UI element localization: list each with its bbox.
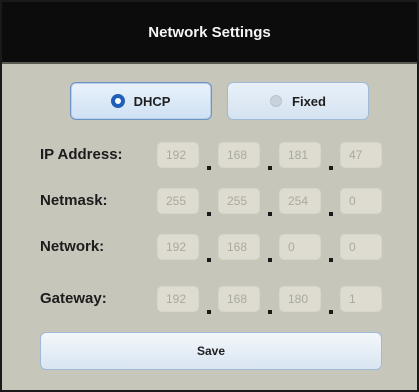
- dhcp-option-label: DHCP: [133, 93, 171, 109]
- netmask-octet-1[interactable]: [157, 188, 199, 214]
- save-button[interactable]: Save: [40, 332, 382, 370]
- octet-separator: [268, 166, 272, 170]
- octet-separator: [268, 310, 272, 314]
- octet-separator: [207, 212, 211, 216]
- octet-separator: [329, 258, 333, 262]
- network-octet-4[interactable]: [340, 234, 382, 260]
- ip-address-octet-2[interactable]: [218, 142, 260, 168]
- netmask-octet-4[interactable]: [340, 188, 382, 214]
- netmask-row: Netmask:: [2, 188, 417, 216]
- dhcp-option-button[interactable]: DHCP: [70, 82, 212, 120]
- ip-address-octet-4[interactable]: [340, 142, 382, 168]
- fixed-option-label: Fixed: [292, 93, 326, 109]
- octet-separator: [268, 258, 272, 262]
- radio-selected-icon: [111, 95, 124, 107]
- network-label: Network:: [40, 238, 105, 255]
- radio-unselected-icon: [270, 95, 283, 107]
- octet-separator: [207, 258, 211, 262]
- window-title: Network Settings: [2, 2, 417, 64]
- network-octet-3[interactable]: [279, 234, 321, 260]
- fixed-option-button[interactable]: Fixed: [227, 82, 369, 120]
- octet-separator: [329, 212, 333, 216]
- ip-address-row: IP Address:: [2, 142, 417, 170]
- gateway-row: Gateway:: [2, 286, 417, 314]
- ip-address-octet-1[interactable]: [157, 142, 199, 168]
- gateway-octet-3[interactable]: [279, 286, 321, 312]
- octet-separator: [329, 310, 333, 314]
- gateway-octet-1[interactable]: [157, 286, 199, 312]
- netmask-label: Netmask:: [40, 192, 108, 209]
- network-octet-2[interactable]: [218, 234, 260, 260]
- octet-separator: [207, 310, 211, 314]
- network-row: Network:: [2, 234, 417, 262]
- gateway-label: Gateway:: [40, 290, 107, 307]
- octet-separator: [329, 166, 333, 170]
- octet-separator: [268, 212, 272, 216]
- octet-separator: [207, 166, 211, 170]
- gateway-octet-4[interactable]: [340, 286, 382, 312]
- netmask-octet-2[interactable]: [218, 188, 260, 214]
- ip-address-octet-3[interactable]: [279, 142, 321, 168]
- netmask-octet-3[interactable]: [279, 188, 321, 214]
- network-settings-window: Network Settings DHCP Fixed IP Address: …: [0, 0, 419, 392]
- settings-panel: DHCP Fixed IP Address: Netmask:: [2, 64, 417, 390]
- network-octet-1[interactable]: [157, 234, 199, 260]
- ip-address-label: IP Address:: [40, 146, 123, 163]
- gateway-octet-2[interactable]: [218, 286, 260, 312]
